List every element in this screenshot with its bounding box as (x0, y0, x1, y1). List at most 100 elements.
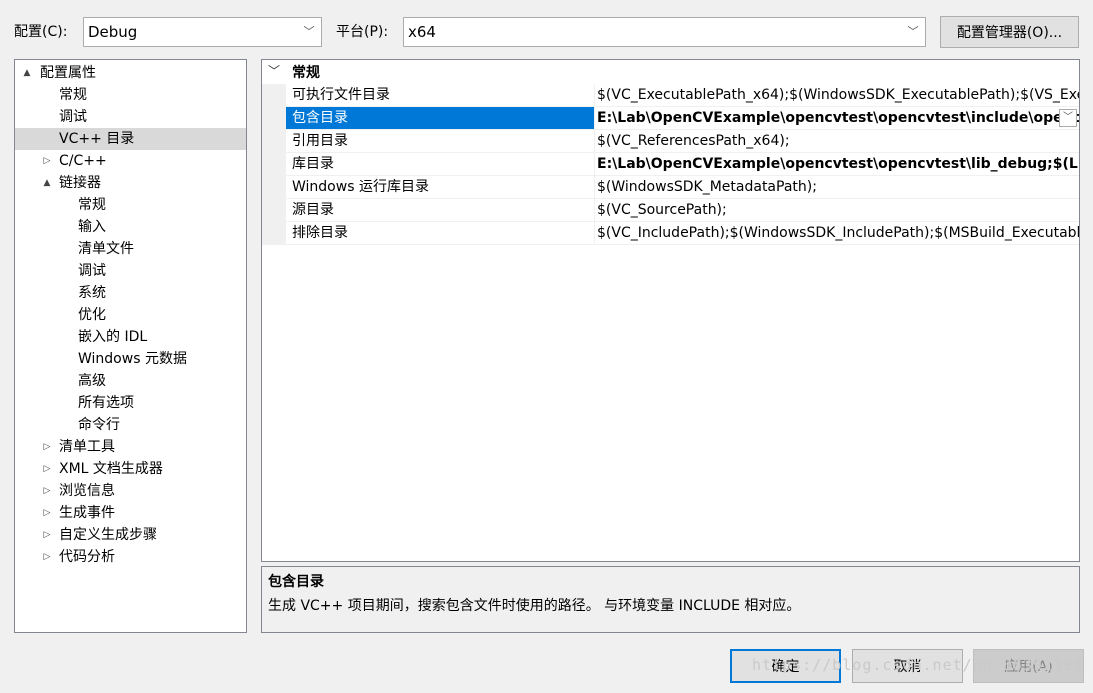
tree-item-label: 链接器 (59, 175, 101, 191)
tree-item-linker-input[interactable]: 输入 (15, 216, 246, 238)
description-panel: 包含目录 生成 VC++ 项目期间，搜索包含文件时使用的路径。 与环境变量 IN… (261, 566, 1080, 633)
tree-item-manifest-tool[interactable]: ▷ 清单工具 (15, 436, 246, 458)
chevron-down-icon[interactable]: ﹀ (268, 62, 280, 79)
row-gutter (262, 153, 286, 176)
collapsed-triangle-icon[interactable]: ▷ (41, 502, 53, 524)
description-text: 生成 VC++ 项目期间，搜索包含文件时使用的路径。 与环境变量 INCLUDE… (268, 598, 801, 614)
row-gutter (262, 84, 286, 107)
expanded-triangle-icon[interactable]: ▲ (21, 62, 33, 84)
tree-item-label: 输入 (78, 219, 106, 235)
config-manager-button[interactable]: 配置管理器(O)... (940, 16, 1079, 48)
collapsed-triangle-icon[interactable]: ▷ (41, 546, 53, 568)
tree-item-code-analysis[interactable]: ▷ 代码分析 (15, 546, 246, 568)
property-grid[interactable]: ﹀ 常规 可执行文件目录 $(VC_ExecutablePath_x64);$(… (261, 59, 1080, 562)
tree-item-label: 调试 (78, 263, 106, 279)
tree-item-linker-optimization[interactable]: 优化 (15, 304, 246, 326)
tree-item-linker-system[interactable]: 系统 (15, 282, 246, 304)
tree-item-build-events[interactable]: ▷ 生成事件 (15, 502, 246, 524)
tree-item-label: 优化 (78, 307, 106, 323)
tree-item-label: 所有选项 (78, 395, 134, 411)
collapsed-triangle-icon[interactable]: ▷ (41, 458, 53, 480)
tree-item-linker-general[interactable]: 常规 (15, 194, 246, 216)
tree-item-label: XML 文档生成器 (59, 461, 163, 477)
description-title: 包含目录 (268, 574, 324, 590)
tree-item-label: 清单文件 (78, 241, 134, 257)
row-gutter (262, 222, 286, 245)
row-gutter (262, 107, 286, 130)
property-name[interactable]: 库目录 (286, 153, 595, 176)
tree-item-label: C/C++ (59, 153, 107, 169)
tree-item-label: 调试 (59, 109, 87, 125)
tree-item-debugging[interactable]: 调试 (15, 106, 246, 128)
tree-item-linker-manifest[interactable]: 清单文件 (15, 238, 246, 260)
tree-item-linker-advanced[interactable]: 高级 (15, 370, 246, 392)
platform-select[interactable]: x64 ﹀ (403, 17, 926, 47)
tree-item-linker-embedded-idl[interactable]: 嵌入的 IDL (15, 326, 246, 348)
tree-item-vc-directories[interactable]: VC++ 目录 (15, 128, 246, 150)
tree-item-label: 清单工具 (59, 439, 115, 455)
tree-item-linker-windows-metadata[interactable]: Windows 元数据 (15, 348, 246, 370)
property-row-winrt-dirs[interactable]: Windows 运行库目录 $(WindowsSDK_MetadataPath)… (262, 176, 1079, 199)
property-row-reference-dirs[interactable]: 引用目录 $(VC_ReferencesPath_x64); (262, 130, 1079, 153)
category-label: 常规 (292, 65, 320, 81)
tree-item-general[interactable]: 常规 (15, 84, 246, 106)
property-row-include-dirs[interactable]: 包含目录 E:\Lab\OpenCVExample\opencvtest\ope… (262, 107, 1079, 130)
property-value[interactable]: E:\Lab\OpenCVExample\opencvtest\opencvte… (595, 107, 1079, 130)
tree-item-label: VC++ 目录 (59, 131, 135, 147)
chevron-down-icon: ﹀ (303, 25, 315, 38)
property-value[interactable]: E:\Lab\OpenCVExample\opencvtest\opencvte… (595, 153, 1079, 176)
property-name[interactable]: 源目录 (286, 199, 595, 222)
property-value[interactable]: $(VC_SourcePath); (595, 199, 1079, 222)
tree-item-label: 常规 (59, 87, 87, 103)
collapsed-triangle-icon[interactable]: ▷ (41, 524, 53, 546)
property-row-exclude-dirs[interactable]: 排除目录 $(VC_IncludePath);$(WindowsSDK_Incl… (262, 222, 1079, 245)
property-name[interactable]: 包含目录 (286, 107, 595, 130)
category-header[interactable]: ﹀ 常规 (262, 60, 1079, 84)
tree-item-label: 嵌入的 IDL (78, 329, 148, 345)
property-row-library-dirs[interactable]: 库目录 E:\Lab\OpenCVExample\opencvtest\open… (262, 153, 1079, 176)
property-value[interactable]: $(VC_ExecutablePath_x64);$(WindowsSDK_Ex… (595, 84, 1079, 107)
tree-item-label: 高级 (78, 373, 106, 389)
property-name[interactable]: 可执行文件目录 (286, 84, 595, 107)
chevron-down-icon: ﹀ (907, 25, 919, 38)
config-select-value: Debug (88, 23, 138, 41)
tree-item-c-cpp[interactable]: ▷ C/C++ (15, 150, 246, 172)
collapsed-triangle-icon[interactable]: ▷ (41, 436, 53, 458)
tree-item-custom-build-step[interactable]: ▷ 自定义生成步骤 (15, 524, 246, 546)
tree-item-linker-debugging[interactable]: 调试 (15, 260, 246, 282)
tree-item-label: 配置属性 (40, 65, 96, 81)
tree-item-linker-command-line[interactable]: 命令行 (15, 414, 246, 436)
collapsed-triangle-icon[interactable]: ▷ (41, 150, 53, 172)
collapsed-triangle-icon[interactable]: ▷ (41, 480, 53, 502)
property-name[interactable]: 引用目录 (286, 130, 595, 153)
tree-item-label: 生成事件 (59, 505, 115, 521)
property-row-source-dirs[interactable]: 源目录 $(VC_SourcePath); (262, 199, 1079, 222)
row-gutter (262, 130, 286, 153)
property-value[interactable]: $(VC_ReferencesPath_x64); (595, 130, 1079, 153)
tree-item-label: 命令行 (78, 417, 120, 433)
tree-item-label: Windows 元数据 (78, 351, 187, 367)
property-value[interactable]: $(VC_IncludePath);$(WindowsSDK_IncludePa… (595, 222, 1079, 245)
tree-item-label: 自定义生成步骤 (59, 527, 157, 543)
watermark: https://blog.csdn.net/qq_36392398 (752, 656, 1084, 674)
row-gutter (262, 176, 286, 199)
property-tree[interactable]: ▲ 配置属性 常规 调试 VC++ 目录 ▷ C/C++ ▲ 链接器 常规 输入… (14, 59, 247, 633)
row-gutter (262, 199, 286, 222)
platform-select-value: x64 (408, 23, 436, 41)
property-value[interactable]: $(WindowsSDK_MetadataPath); (595, 176, 1079, 199)
tree-item-linker-all-options[interactable]: 所有选项 (15, 392, 246, 414)
tree-item-config-properties[interactable]: ▲ 配置属性 (15, 62, 246, 84)
property-name[interactable]: Windows 运行库目录 (286, 176, 595, 199)
platform-label: 平台(P): (336, 24, 389, 40)
tree-item-linker[interactable]: ▲ 链接器 (15, 172, 246, 194)
tree-item-label: 浏览信息 (59, 483, 115, 499)
property-row-executable-dirs[interactable]: 可执行文件目录 $(VC_ExecutablePath_x64);$(Windo… (262, 84, 1079, 107)
tree-item-label: 代码分析 (59, 549, 115, 565)
property-name[interactable]: 排除目录 (286, 222, 595, 245)
config-select[interactable]: Debug ﹀ (83, 17, 322, 47)
expanded-triangle-icon[interactable]: ▲ (41, 172, 53, 194)
tree-item-browse-information[interactable]: ▷ 浏览信息 (15, 480, 246, 502)
tree-item-label: 常规 (78, 197, 106, 213)
tree-item-xml-doc-generator[interactable]: ▷ XML 文档生成器 (15, 458, 246, 480)
chevron-down-icon[interactable]: ﹀ (1059, 109, 1077, 127)
